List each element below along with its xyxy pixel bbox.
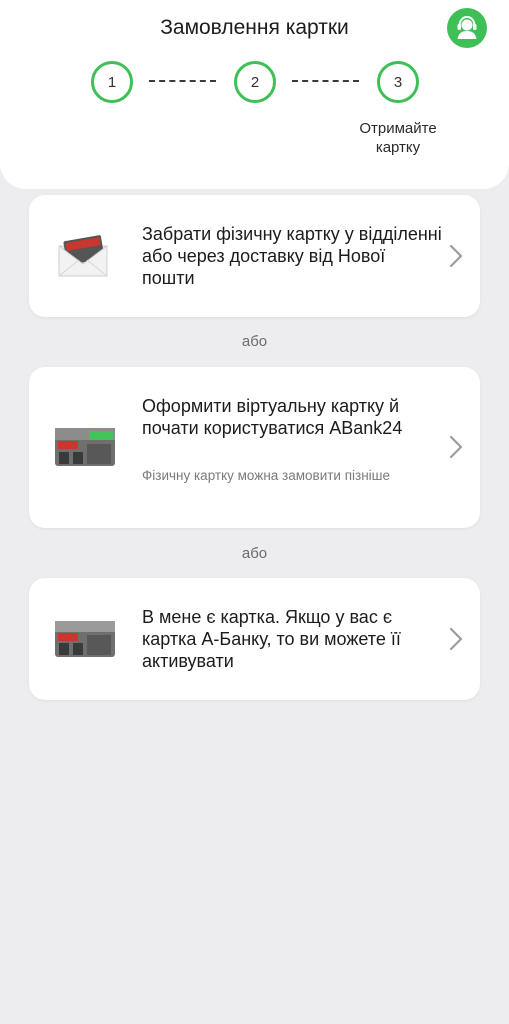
- option-title: Забрати фізичну картку у відділенні або …: [142, 224, 442, 288]
- option-title: Оформити віртуальну картку й почати кори…: [142, 396, 403, 438]
- page-title: Замовлення картки: [160, 16, 349, 39]
- header: Замовлення картки 1 2 3 Отримайте картку: [0, 0, 509, 189]
- step-divider: [149, 80, 216, 82]
- chevron-right-icon: [449, 627, 463, 651]
- bank-branch-icon: [55, 428, 115, 466]
- bank-branch-icon: [55, 621, 115, 657]
- step-3-caption: Отримайте картку: [359, 120, 437, 156]
- step-divider: [292, 80, 359, 82]
- option-activate-card[interactable]: В мене є картка. Якщо у вас є картка А-Б…: [29, 578, 480, 700]
- step-1: 1: [91, 61, 133, 103]
- support-button[interactable]: [447, 8, 487, 48]
- separator-or: або: [241, 333, 268, 350]
- option-pickup-card[interactable]: Забрати фізичну картку у відділенні або …: [29, 195, 480, 317]
- step-2-number: 2: [250, 73, 260, 91]
- chevron-right-icon: [449, 244, 463, 268]
- step-1-number: 1: [107, 73, 117, 91]
- step-3: 3: [377, 61, 419, 103]
- chevron-right-icon: [449, 435, 463, 459]
- headset-user-icon: [457, 15, 477, 39]
- option-title: В мене є картка. Якщо у вас є картка А-Б…: [142, 607, 401, 671]
- separator-or: або: [241, 545, 268, 562]
- step-2: 2: [234, 61, 276, 103]
- option-subtitle: Фізичну картку можна замовити пізніше: [142, 468, 390, 483]
- step-3-number: 3: [393, 73, 403, 91]
- option-virtual-card[interactable]: Оформити віртуальну картку й почати кори…: [29, 367, 480, 528]
- envelope-card-icon: [58, 235, 108, 277]
